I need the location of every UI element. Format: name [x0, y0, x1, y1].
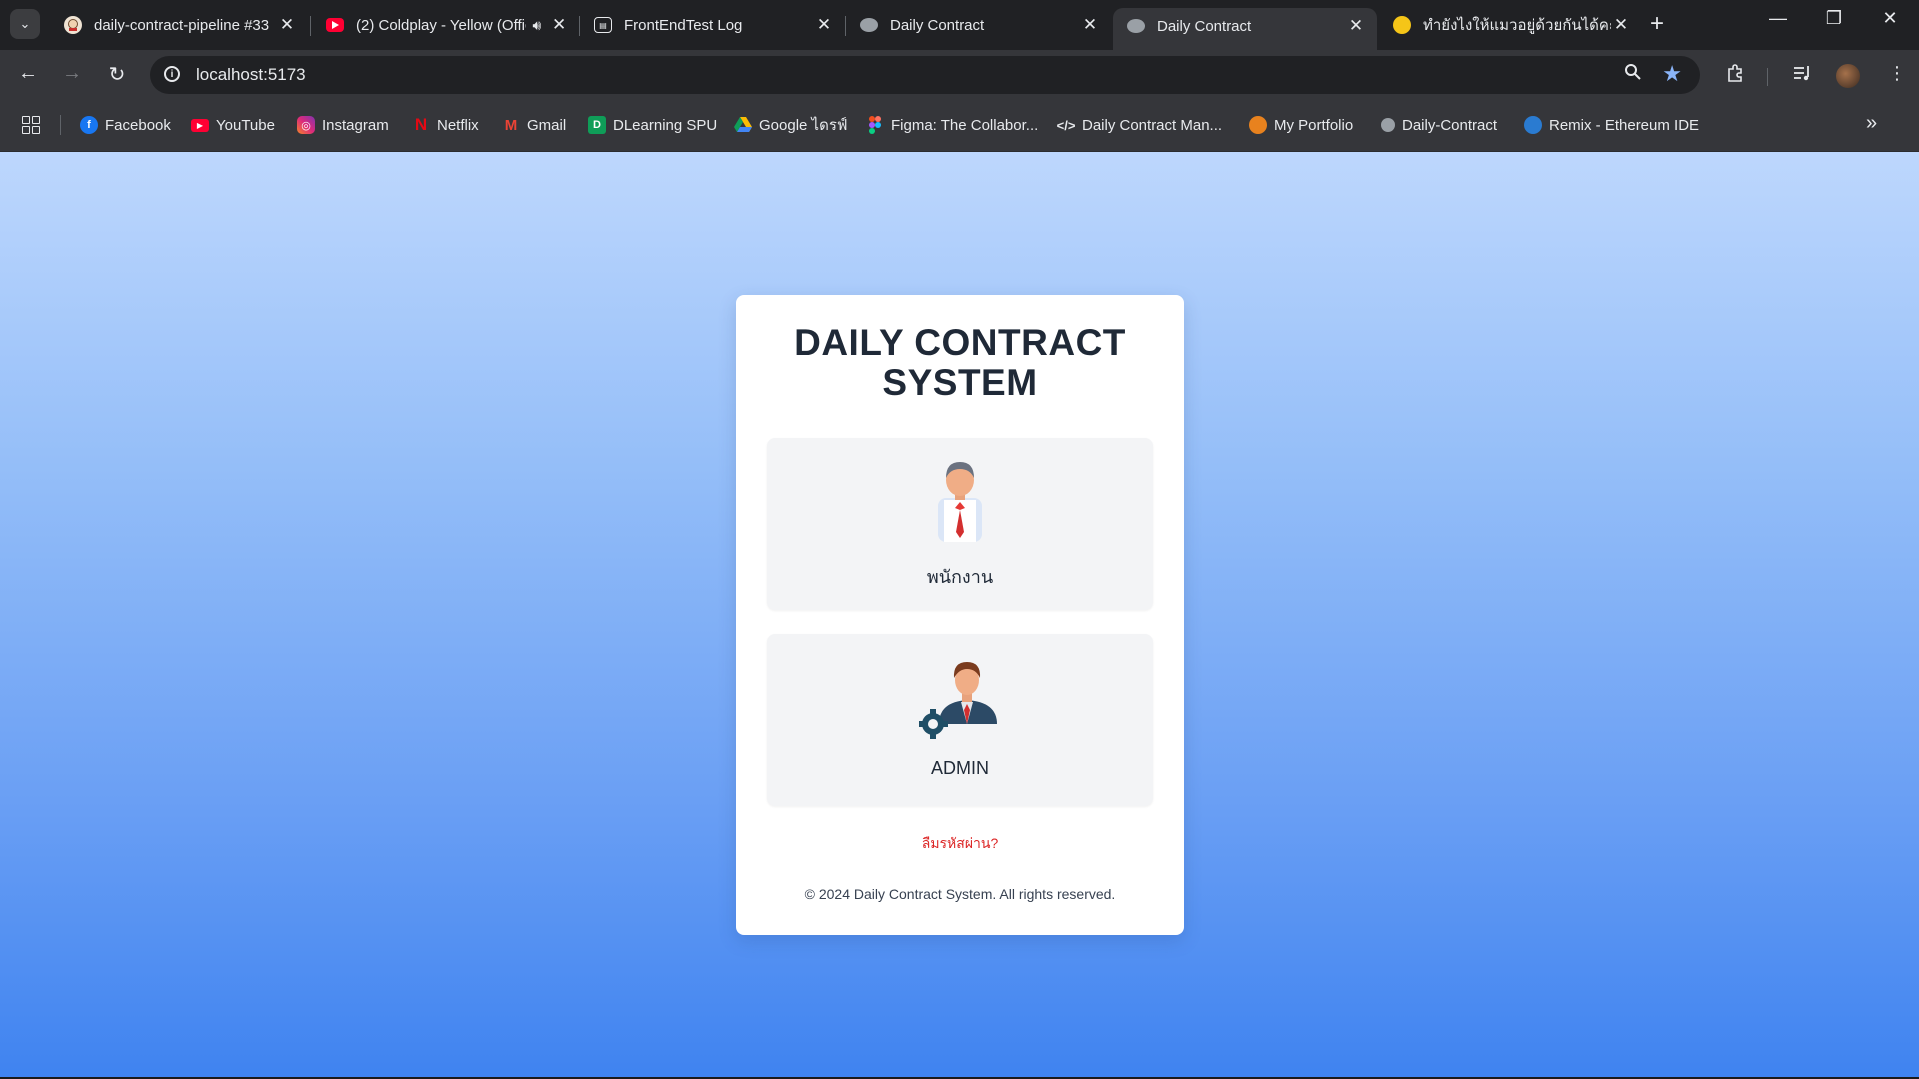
apps-grid-icon[interactable]: [22, 116, 40, 134]
bookmark-youtube[interactable]: ▶ YouTube: [191, 114, 275, 136]
browser-tab-strip: ⌄ daily-contract-pipeline #33 ✕ (2) Cold…: [0, 0, 1919, 50]
bookmark-star-icon[interactable]: ★: [1662, 61, 1682, 87]
minimize-icon[interactable]: —: [1758, 8, 1798, 29]
copyright-footer: © 2024 Daily Contract System. All rights…: [804, 886, 1116, 902]
tab-pipeline[interactable]: daily-contract-pipeline #33 ✕: [50, 8, 308, 42]
bookmark-facebook[interactable]: f Facebook: [80, 114, 171, 136]
figma-icon: [866, 116, 884, 134]
restore-icon[interactable]: ❐: [1814, 8, 1854, 29]
tab-cat-question[interactable]: ทำยังไงให้แมวอยู่ด้วยกันได้คะ ก็ ✕: [1379, 8, 1641, 42]
youtube-icon: [326, 18, 344, 32]
admin-avatar-icon: [919, 662, 997, 739]
bookmarks-bar: f Facebook ▶ YouTube ◎ Instagram N Netfl…: [0, 100, 1919, 152]
bookmark-figma[interactable]: Figma: The Collabor...: [866, 114, 1038, 136]
bookmark-label: YouTube: [216, 116, 275, 134]
toolbar-divider: [1767, 68, 1768, 86]
tab-coldplay[interactable]: (2) Coldplay - Yellow (Official Video) 🔊…: [312, 8, 577, 42]
tab-divider: [310, 16, 311, 36]
employee-avatar-icon: [938, 462, 982, 542]
new-tab-plus-icon[interactable]: +: [1650, 10, 1664, 38]
close-icon[interactable]: ✕: [813, 15, 835, 35]
netflix-icon: N: [414, 115, 428, 134]
terminal-icon: ▤: [594, 17, 612, 33]
bookmark-daily-contract-man[interactable]: </> Daily Contract Man...: [1057, 114, 1222, 136]
code-brackets-icon: </>: [1056, 117, 1076, 133]
forgot-password-link[interactable]: ลืมรหัสผ่าน?: [736, 833, 1184, 855]
browser-toolbar: ← → ↻ i localhost:5173 ★ ⋮: [0, 50, 1919, 100]
tab-title: ทำยังไงให้แมวอยู่ด้วยกันได้คะ ก็: [1423, 17, 1612, 34]
extensions-puzzle-icon[interactable]: [1726, 63, 1746, 88]
audio-playing-icon[interactable]: 🔊︎: [532, 17, 541, 34]
jenkins-icon: [64, 16, 82, 34]
bookmark-netflix[interactable]: N Netflix: [412, 114, 479, 136]
globe-icon: [860, 18, 878, 32]
youtube-icon: ▶: [191, 118, 209, 132]
employee-role-button[interactable]: พนักงาน: [767, 438, 1153, 610]
remix-icon: [1524, 116, 1542, 134]
profile-avatar[interactable]: [1836, 64, 1860, 88]
google-drive-icon: [734, 116, 752, 134]
close-icon[interactable]: ✕: [551, 15, 567, 35]
bookmark-label: Daily Contract Man...: [1082, 116, 1223, 134]
address-bar[interactable]: i localhost:5173 ★: [150, 56, 1700, 94]
forward-arrow-icon[interactable]: →: [58, 62, 86, 85]
bookmark-label: My Portfolio: [1274, 116, 1354, 134]
login-card: DAILY CONTRACT SYSTEM พนักงาน ADMIN ลืมร…: [736, 295, 1184, 935]
page-title: DAILY CONTRACT SYSTEM: [736, 323, 1184, 403]
tab-title: Daily Contract: [1157, 17, 1252, 35]
bookmark-label: Figma: The Collabor...: [891, 116, 1039, 134]
bookmark-label: Google ไดรฟ์: [759, 117, 848, 134]
bookmark-gmail[interactable]: M Gmail: [502, 114, 566, 136]
admin-role-button[interactable]: ADMIN: [767, 634, 1153, 806]
emoji-face-icon: [1393, 16, 1411, 34]
bookmark-label: Remix - Ethereum IDE: [1549, 116, 1700, 134]
page-title-line1: DAILY CONTRACT: [794, 322, 1126, 363]
zoom-magnifier-icon[interactable]: [1624, 63, 1642, 86]
bookmarks-divider: [60, 115, 61, 135]
bookmark-daily-contract[interactable]: Daily-Contract: [1381, 114, 1497, 136]
site-info-icon[interactable]: i: [164, 66, 180, 82]
bookmark-google-drive[interactable]: Google ไดรฟ์: [734, 114, 848, 136]
bookmark-label: DLearning SPU: [613, 116, 718, 134]
admin-role-label: ADMIN: [931, 758, 989, 778]
employee-role-label: พนักงาน: [926, 567, 994, 587]
globe-icon: [1381, 118, 1395, 132]
globe-icon: [1127, 19, 1145, 33]
more-bookmarks-chevron-icon[interactable]: »: [1866, 112, 1877, 135]
bookmark-my-portfolio[interactable]: My Portfolio: [1249, 114, 1353, 136]
page-viewport: DAILY CONTRACT SYSTEM พนักงาน ADMIN ลืมร…: [0, 152, 1919, 1079]
bookmark-label: Daily-Contract: [1402, 116, 1498, 134]
portfolio-fox-icon: [1249, 116, 1267, 134]
close-icon[interactable]: ✕: [1079, 15, 1101, 35]
media-control-icon[interactable]: [1792, 63, 1812, 88]
bookmark-remix[interactable]: Remix - Ethereum IDE: [1524, 114, 1699, 136]
bookmark-label: Gmail: [527, 116, 567, 134]
tab-frontendtest[interactable]: ▤ FrontEndTest Log ✕: [580, 8, 845, 42]
tab-daily-contract[interactable]: Daily Contract ✕: [846, 8, 1111, 42]
bookmark-label: Netflix: [437, 116, 479, 134]
bookmark-label: Facebook: [105, 116, 171, 134]
kebab-menu-icon[interactable]: ⋮: [1888, 63, 1906, 84]
dlearning-icon: D: [588, 116, 606, 134]
tab-title: Daily Contract: [890, 16, 985, 34]
facebook-icon: f: [80, 116, 98, 134]
tab-title: FrontEndTest Log: [624, 16, 743, 34]
page-title-line2: SYSTEM: [882, 362, 1038, 403]
bookmark-instagram[interactable]: ◎ Instagram: [297, 114, 389, 136]
bookmark-dlearning[interactable]: D DLearning SPU: [588, 114, 717, 136]
tab-search-chevron-icon[interactable]: ⌄: [10, 9, 40, 39]
bookmark-label: Instagram: [322, 116, 389, 134]
tab-title: daily-contract-pipeline #33: [94, 16, 270, 34]
reload-icon[interactable]: ↻: [103, 62, 131, 87]
gmail-icon: M: [504, 116, 518, 134]
tab-title: (2) Coldplay - Yellow (Official Video): [356, 16, 526, 34]
close-icon[interactable]: ✕: [1611, 15, 1631, 35]
close-icon[interactable]: ✕: [1345, 16, 1367, 36]
instagram-icon: ◎: [297, 116, 315, 134]
back-arrow-icon[interactable]: ←: [14, 62, 42, 85]
close-icon[interactable]: ✕: [276, 15, 298, 35]
url-text[interactable]: localhost:5173: [196, 65, 306, 85]
close-window-icon[interactable]: ✕: [1870, 8, 1910, 29]
tab-daily-contract-active[interactable]: Daily Contract ✕: [1113, 8, 1377, 50]
